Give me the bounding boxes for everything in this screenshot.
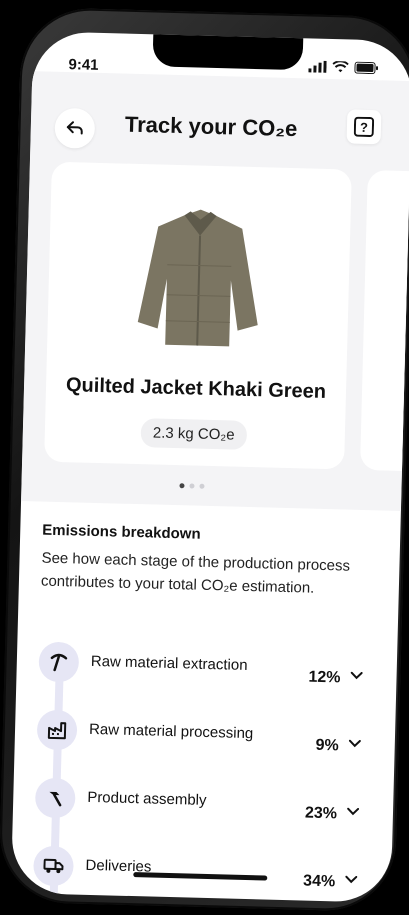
next-product-card[interactable] xyxy=(359,169,409,472)
stage-row-extraction[interactable]: Raw material extraction 12% xyxy=(38,641,370,719)
back-arrow-icon xyxy=(66,121,83,135)
product-image xyxy=(137,209,258,347)
breakdown-title: Emissions breakdown xyxy=(42,521,201,543)
stage-percent: 12% xyxy=(308,668,341,687)
stage-percent: 23% xyxy=(304,804,338,823)
chevron-down-icon[interactable] xyxy=(348,739,361,748)
pager-dot-active[interactable] xyxy=(179,483,185,489)
hammer-icon xyxy=(34,777,76,819)
wifi-icon xyxy=(332,61,349,73)
stage-label: Raw material processing xyxy=(88,720,254,743)
app-screen: 9:41 Track your CO₂e ? Quilted Jacket Kh… xyxy=(10,31,409,903)
stage-row-processing[interactable]: Raw material processing 9% xyxy=(36,709,368,787)
signal-icon xyxy=(308,60,327,73)
pager-dot[interactable] xyxy=(189,483,195,489)
pickaxe-icon xyxy=(38,641,80,683)
stage-list: Raw material extraction 12% Raw material… xyxy=(32,641,370,903)
emissions-breakdown: Emissions breakdown See how each stage o… xyxy=(41,522,373,602)
notch xyxy=(152,31,304,71)
carousel-pager xyxy=(179,483,205,489)
stage-percent: 9% xyxy=(315,736,339,755)
truck-icon xyxy=(32,845,75,887)
pager-dot[interactable] xyxy=(199,483,205,489)
product-card[interactable]: Quilted Jacket Khaki Green 2.3 kg CO₂e xyxy=(44,161,352,470)
product-name: Quilted Jacket Khaki Green xyxy=(65,374,327,403)
breakdown-description: See how each stage of the production pro… xyxy=(40,549,351,597)
stage-label: Raw material extraction xyxy=(90,652,248,674)
co2-badge: 2.3 kg CO₂e xyxy=(140,418,247,450)
factory-icon xyxy=(36,709,78,751)
help-icon: ? xyxy=(353,116,375,138)
svg-text:?: ? xyxy=(360,120,368,135)
battery-icon xyxy=(354,61,379,75)
chevron-down-icon[interactable] xyxy=(345,875,358,884)
status-time: 9:41 xyxy=(68,56,99,74)
status-icons xyxy=(308,60,379,75)
help-button[interactable]: ? xyxy=(346,109,382,145)
stage-percent: 34% xyxy=(302,872,336,891)
chevron-down-icon[interactable] xyxy=(347,807,360,816)
page-title: Track your CO₂e xyxy=(124,111,298,142)
status-bar: 9:41 xyxy=(32,31,409,91)
stage-label: Product assembly xyxy=(87,788,207,809)
stage-row-assembly[interactable]: Product assembly 23% xyxy=(34,777,366,854)
chevron-down-icon[interactable] xyxy=(350,671,363,680)
